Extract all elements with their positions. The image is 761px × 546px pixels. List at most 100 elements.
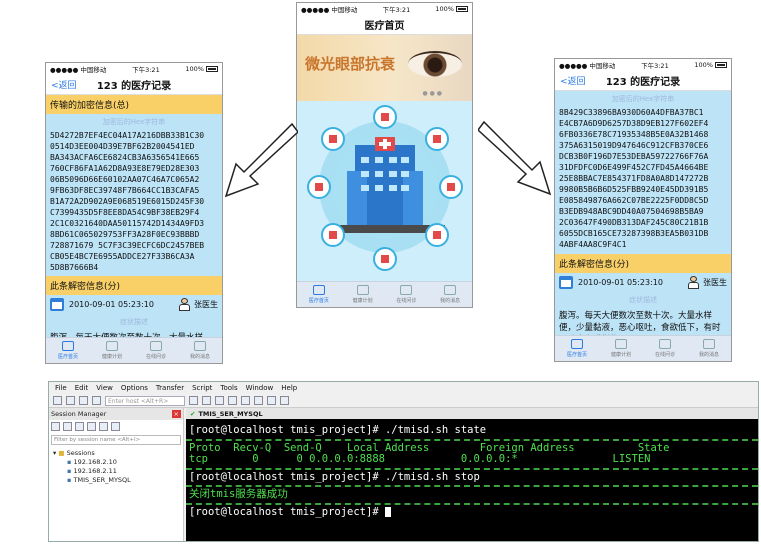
- banner-text: 微光眼部抗衰: [305, 55, 396, 73]
- menu-script[interactable]: Script: [192, 384, 212, 392]
- banner[interactable]: 微光眼部抗衰 ● ● ●: [297, 35, 472, 101]
- hospital-illustration: [307, 105, 463, 271]
- add-icon[interactable]: [63, 422, 72, 431]
- quick-connect-icon[interactable]: [66, 396, 75, 405]
- session-filter-input[interactable]: Filter by session name <Alt+I>: [51, 435, 181, 445]
- desc-label: 症状描述: [120, 318, 148, 326]
- copy-icon[interactable]: [189, 396, 198, 405]
- tab-messages[interactable]: 我的消息: [687, 336, 731, 361]
- terminal-console[interactable]: ✔ TMIS_SER_MYSQL [root@localhost tmis_pro…: [186, 408, 758, 541]
- check-icon: ✔: [190, 409, 196, 418]
- battery-icon: [455, 6, 468, 12]
- record-date: 2010-09-01 05:23:10: [578, 278, 663, 287]
- nav-bar: <返回 123 的医疗记录: [555, 71, 731, 91]
- keymap-icon[interactable]: [267, 396, 276, 405]
- back-button[interactable]: <返回: [560, 74, 586, 87]
- session-manager: Session Manager × Filter by session name …: [49, 408, 184, 541]
- disconnect-icon[interactable]: [92, 396, 101, 405]
- terminal-line: [root@localhost tmis_project]# ./tmisd.s…: [189, 470, 480, 483]
- tab-consult[interactable]: 在线问诊: [134, 338, 178, 363]
- find-icon[interactable]: [215, 396, 224, 405]
- connect-icon[interactable]: [53, 396, 62, 405]
- monitor-icon: ▪: [67, 467, 72, 475]
- tree-session[interactable]: ▪ 192.168.2.10: [53, 458, 179, 467]
- tab-bar: 医疗首页 健康计划 在线问诊 我的消息: [555, 335, 731, 361]
- encrypted-section-header: 传输的加密信息(总): [46, 95, 222, 114]
- banner-dots: ● ● ●: [422, 90, 442, 97]
- tree-session[interactable]: ▪ 192.168.2.11: [53, 467, 179, 476]
- divider: [186, 467, 758, 470]
- cut-icon[interactable]: [75, 422, 84, 431]
- tree-session[interactable]: ▪ TMIS_SER_MYSQL: [53, 476, 179, 485]
- host-input[interactable]: Enter host <Alt+R>: [105, 395, 185, 406]
- link-icon[interactable]: [51, 422, 60, 431]
- calendar-icon: [615, 339, 627, 349]
- settings-icon[interactable]: [241, 396, 250, 405]
- menu-edit[interactable]: Edit: [75, 384, 89, 392]
- tab-bar: 医疗首页 健康计划 在线问诊 我的消息: [46, 337, 222, 363]
- menu-transfer[interactable]: Transfer: [156, 384, 184, 392]
- menu-help[interactable]: Help: [281, 384, 297, 392]
- tab-messages[interactable]: 我的消息: [428, 282, 472, 307]
- decrypted-section-header: 此条解密信息(分): [46, 276, 222, 295]
- center-phone: ●●●●● 中国移动 下午3:21 100% 医疗首页 微光眼部抗衰 ● ● ●: [296, 2, 473, 308]
- hex-panel: 加密后的Hex字符串 5D4272B7EF4EC04A17A216DBB33B1…: [46, 114, 222, 276]
- tab-plan[interactable]: 健康计划: [341, 282, 385, 307]
- print-icon[interactable]: [228, 396, 237, 405]
- tab-home[interactable]: 医疗首页: [555, 336, 599, 361]
- doctor-name: 张医生: [194, 300, 218, 309]
- doctor-icon: [400, 285, 413, 295]
- calendar-icon: [356, 285, 369, 295]
- tab-plan[interactable]: 健康计划: [90, 338, 134, 363]
- menu-options[interactable]: Options: [121, 384, 148, 392]
- terminal-line: [root@localhost tmis_project]# ./tmisd.s…: [189, 424, 487, 436]
- reconnect-icon[interactable]: [79, 396, 88, 405]
- terminal-line: tcp 0 0 0.0.0.0:8888 0.0.0.0:* LISTEN: [189, 453, 651, 465]
- divider: [186, 438, 758, 441]
- page-title: 123 的医疗记录: [605, 77, 681, 88]
- right-phone: ●●●●● 中国移动 下午3:21 100% <返回 123 的医疗记录 加密后…: [554, 58, 732, 362]
- message-icon: [703, 339, 715, 349]
- message-icon: [444, 285, 457, 295]
- calendar-icon: [106, 341, 118, 351]
- page-title: 123 的医疗记录: [96, 81, 172, 92]
- doctor-icon: [150, 341, 162, 351]
- close-icon[interactable]: ×: [171, 410, 181, 418]
- delete-icon[interactable]: [99, 422, 108, 431]
- copy-icon[interactable]: [87, 422, 96, 431]
- help-icon[interactable]: [280, 396, 289, 405]
- tab-consult[interactable]: 在线问诊: [385, 282, 429, 307]
- menu-window[interactable]: Window: [246, 384, 274, 392]
- menu-view[interactable]: View: [96, 384, 113, 392]
- toolbar: Enter host <Alt+R>: [49, 394, 758, 408]
- session-tree: ▾ ■ Sessions ▪ 192.168.2.10 ▪ 192.168.2.…: [49, 447, 183, 487]
- tab-tmis-ser-mysql[interactable]: ✔ TMIS_SER_MYSQL: [186, 408, 758, 419]
- tab-consult[interactable]: 在线问诊: [643, 336, 687, 361]
- message-icon: [194, 341, 206, 351]
- tab-plan[interactable]: 健康计划: [599, 336, 643, 361]
- monitor-icon: ▪: [67, 476, 72, 484]
- tab-messages[interactable]: 我的消息: [178, 338, 222, 363]
- home-icon: [62, 341, 74, 351]
- menu-tools[interactable]: Tools: [220, 384, 237, 392]
- nav-bar: <返回 123 的医疗记录: [46, 75, 222, 95]
- menu-file[interactable]: File: [55, 384, 67, 392]
- paste-icon[interactable]: [202, 396, 211, 405]
- properties-icon[interactable]: [111, 422, 120, 431]
- left-arrow-icon: [224, 122, 298, 198]
- record-row[interactable]: 2010-09-01 05:23:10 张医生: [555, 273, 731, 292]
- record-row[interactable]: 2010-09-01 05:23:10 张医生: [46, 295, 222, 314]
- cursor: [384, 506, 391, 517]
- tab-home[interactable]: 医疗首页: [46, 338, 90, 363]
- left-phone: ●●●●● 中国移动 下午3:21 100% <返回 123 的医疗记录 传输的…: [45, 62, 223, 364]
- tab-home[interactable]: 医疗首页: [297, 282, 341, 307]
- tree-folder-sessions[interactable]: ▾ ■ Sessions: [53, 449, 179, 458]
- monitor-icon: ▪: [67, 458, 72, 466]
- record-date: 2010-09-01 05:23:10: [69, 300, 154, 309]
- back-button[interactable]: <返回: [51, 78, 77, 91]
- calendar-icon: [50, 298, 64, 311]
- home-icon: [571, 339, 583, 349]
- decrypted-section-header: 此条解密信息(分): [555, 254, 731, 273]
- eye-image: [408, 51, 462, 77]
- sftp-icon[interactable]: [254, 396, 263, 405]
